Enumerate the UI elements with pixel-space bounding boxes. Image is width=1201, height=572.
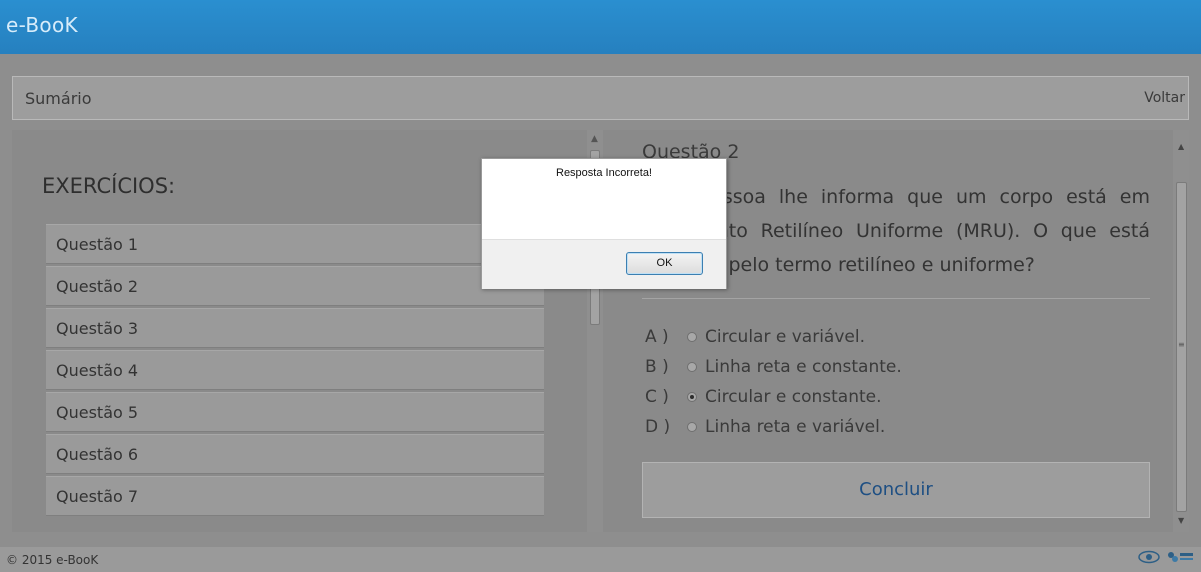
option-letter: B ) — [645, 357, 669, 377]
summary-link[interactable]: Sumário — [25, 89, 92, 108]
exercises-title: EXERCÍCIOS: — [42, 174, 176, 198]
scroll-grip-icon: ≡ — [1178, 340, 1185, 349]
option-label: Circular e constante. — [705, 387, 882, 407]
option-radio[interactable] — [687, 332, 697, 342]
question-list-item[interactable]: Questão 2 — [46, 266, 544, 306]
question-list-item[interactable]: Questão 4 — [46, 350, 544, 390]
scroll-up-icon[interactable]: ▲ — [1178, 142, 1184, 151]
dialog-footer: OK — [482, 239, 726, 289]
footer-logos — [1138, 550, 1194, 564]
answer-options: A ) Circular e variável. B ) Linha reta … — [645, 322, 902, 442]
question-list-item[interactable]: Questão 3 — [46, 308, 544, 348]
answer-option[interactable]: B ) Linha reta e constante. — [645, 352, 902, 382]
question-scrollbar[interactable]: ▲ ≡ ▼ — [1173, 130, 1189, 532]
option-letter: C ) — [645, 387, 669, 407]
top-bar: e-BooK — [0, 0, 1201, 54]
option-radio[interactable] — [687, 362, 697, 372]
question-list-item[interactable]: Questão 5 — [46, 392, 544, 432]
finish-button[interactable]: Concluir — [642, 462, 1150, 518]
ufg-logo-icon — [1168, 552, 1193, 562]
answer-option[interactable]: C ) Circular e constante. — [645, 382, 902, 412]
scroll-up-icon[interactable]: ▲ — [591, 134, 598, 144]
answer-option[interactable]: D ) Linha reta e variável. — [645, 412, 902, 442]
alert-dialog: Resposta Incorreta! OK — [481, 158, 727, 289]
dialog-message: Resposta Incorreta! — [556, 167, 652, 179]
option-label: Linha reta e constante. — [705, 357, 902, 377]
option-letter: A ) — [645, 327, 669, 347]
app-title: e-BooK — [6, 13, 78, 37]
option-radio-selected[interactable] — [687, 392, 697, 402]
navigation-bar: Sumário Voltar — [12, 76, 1189, 120]
eye-logo-icon — [1138, 550, 1160, 564]
option-letter: D ) — [645, 417, 671, 437]
scroll-down-icon[interactable]: ▼ — [1178, 516, 1184, 525]
option-label: Circular e variável. — [705, 327, 865, 347]
back-link[interactable]: Voltar — [1144, 90, 1185, 106]
divider — [642, 298, 1150, 299]
footer: © 2015 e-BooK — [0, 547, 1201, 572]
ok-button[interactable]: OK — [626, 252, 703, 275]
question-list-item[interactable]: Questão 6 — [46, 434, 544, 474]
option-label: Linha reta e variável. — [705, 417, 886, 437]
answer-option[interactable]: A ) Circular e variável. — [645, 322, 902, 352]
option-radio[interactable] — [687, 422, 697, 432]
question-list-item[interactable]: Questão 1 — [46, 224, 544, 264]
question-list: Questão 1 Questão 2 Questão 3 Questão 4 … — [46, 224, 544, 518]
copyright-text: © 2015 e-BooK — [6, 553, 99, 567]
question-list-item[interactable]: Questão 7 — [46, 476, 544, 516]
